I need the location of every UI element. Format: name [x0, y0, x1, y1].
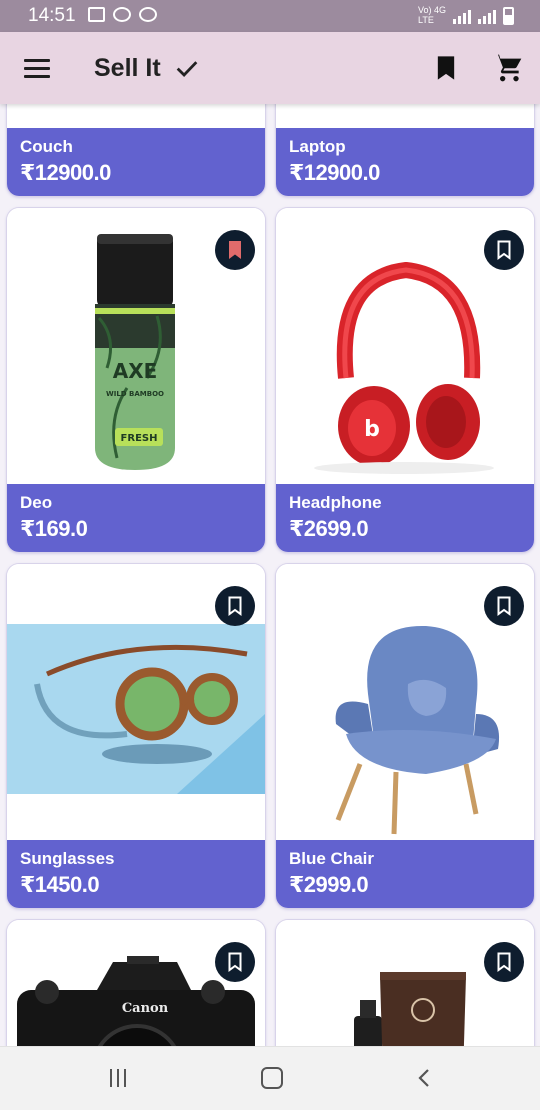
menu-icon[interactable] [24, 59, 50, 79]
product-name: Sunglasses [20, 849, 115, 868]
bookmark-button[interactable] [215, 586, 255, 626]
back-icon[interactable] [414, 1067, 436, 1089]
bookmark-button[interactable] [484, 586, 524, 626]
svg-text:b: b [364, 417, 380, 442]
bookmark-button[interactable] [215, 230, 255, 270]
recents-icon[interactable] [110, 1069, 126, 1087]
bookmark-outline-icon [497, 596, 511, 616]
product-name: Headphone [289, 493, 382, 512]
bookmark-outline-icon [497, 240, 511, 260]
bookmark-outline-icon [228, 596, 242, 616]
product-price: ₹12900.0 [20, 160, 111, 185]
product-card[interactable]: Sunglasses ₹1450.0 [7, 564, 265, 908]
product-name: Couch [20, 137, 73, 156]
product-name: Laptop [289, 137, 346, 156]
deo-variant-label: WILD BAMBOO [106, 390, 164, 398]
product-name: Deo [20, 493, 53, 512]
product-card[interactable]: Blue Chair ₹2999.0 [276, 564, 534, 908]
product-price: ₹2699.0 [289, 516, 369, 541]
product-price: ₹2999.0 [289, 872, 369, 897]
bookmark-icon[interactable] [432, 54, 460, 82]
bookmark-button[interactable] [215, 942, 255, 982]
product-price: ₹169.0 [20, 516, 88, 541]
app-bar: Sell It [0, 32, 540, 104]
bookmark-button[interactable] [484, 230, 524, 270]
product-name: Blue Chair [289, 849, 375, 868]
bookmark-filled-icon [229, 241, 241, 259]
product-card[interactable]: AXE WILD BAMBOO FRESH Deo ₹169.0 [7, 208, 265, 552]
cart-icon[interactable] [492, 52, 524, 84]
bookmark-outline-icon [228, 952, 242, 972]
deo-fresh-label: FRESH [121, 433, 158, 444]
product-card[interactable]: b Headphone ₹2699.0 [276, 208, 534, 552]
app-title: Sell It [94, 54, 161, 82]
home-icon[interactable] [261, 1067, 283, 1089]
product-price: ₹12900.0 [289, 160, 380, 185]
check-icon[interactable] [173, 54, 201, 82]
system-nav-bar [0, 1046, 540, 1110]
deo-brand-label: AXE [113, 359, 158, 383]
bookmark-button[interactable] [484, 942, 524, 982]
product-price: ₹1450.0 [20, 872, 100, 897]
camera-brand-label: Canon [122, 1001, 169, 1016]
product-grid: Couch ₹12900.0 Laptop ₹12900.0 AXE WILD … [0, 0, 540, 1110]
bookmark-outline-icon [497, 952, 511, 972]
